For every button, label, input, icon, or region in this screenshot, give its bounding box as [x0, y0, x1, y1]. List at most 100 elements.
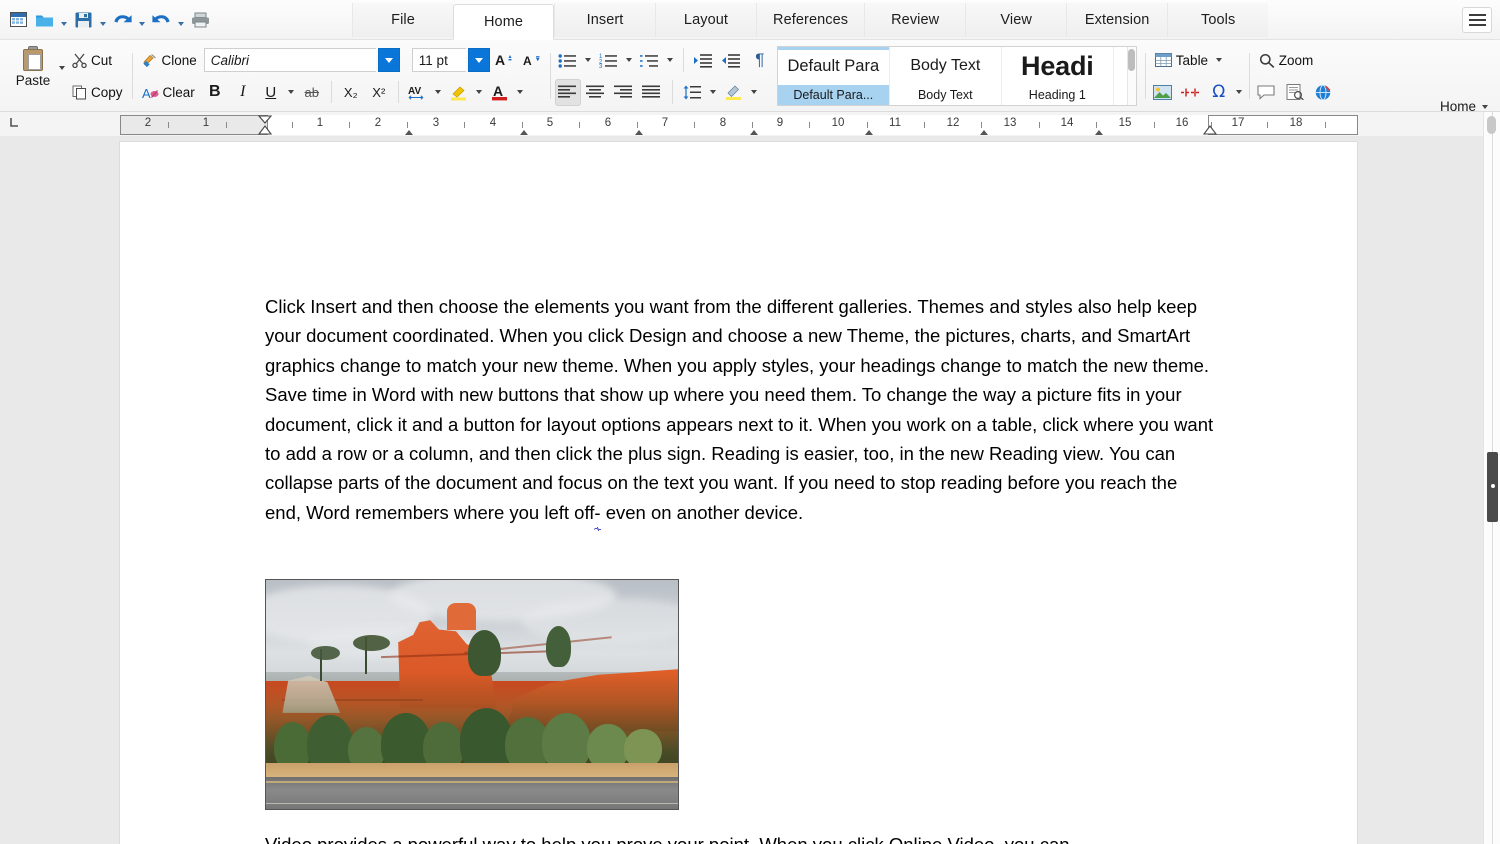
superscript-button[interactable]: X² [366, 79, 392, 106]
clone-formatting-button[interactable]: Clone [137, 46, 202, 74]
search-icon [1259, 53, 1275, 68]
justify-icon [642, 85, 661, 98]
outline-list-caret[interactable] [665, 47, 676, 74]
outline-list-button[interactable] [637, 47, 663, 74]
cut-button[interactable]: Cut [67, 46, 117, 74]
save-dropdown-caret[interactable] [97, 7, 108, 33]
paragraph-shading-button[interactable] [721, 79, 747, 106]
zoom-button[interactable]: Zoom [1254, 46, 1319, 74]
decrease-font-size-button[interactable]: A [520, 47, 546, 74]
increase-indent-button[interactable] [691, 47, 717, 74]
document-page[interactable]: Click Insert and then choose the element… [120, 142, 1357, 844]
ruler-number: 12 [946, 117, 960, 129]
ruler-number: 4 [489, 117, 497, 129]
vertical-scrollbar[interactable] [1483, 112, 1500, 844]
clear-formatting-button[interactable]: A Clear [137, 78, 200, 106]
character-spacing-button[interactable]: AV [405, 79, 431, 106]
style-heading-1[interactable]: Headi Heading 1 [1001, 47, 1114, 105]
insert-table-button[interactable]: Table [1150, 46, 1227, 74]
style-gallery[interactable]: Default Para Default Para... Body Text B… [776, 46, 1137, 106]
underline-button[interactable]: U [258, 79, 284, 106]
menu-hamburger-icon[interactable] [1462, 7, 1492, 33]
tab-home[interactable]: Home [453, 4, 554, 40]
tab-extension[interactable]: Extension [1066, 3, 1168, 37]
character-spacing-caret[interactable] [433, 79, 444, 106]
italic-button[interactable]: I [230, 79, 256, 106]
font-group: Clone Calibri 11 pt A A A Clear B I U ab… [137, 40, 546, 112]
line-spacing-caret[interactable] [708, 79, 719, 106]
paragraph-shading-caret[interactable] [749, 79, 760, 106]
tab-references[interactable]: References [756, 3, 865, 37]
style-gallery-scrollbar[interactable] [1126, 47, 1136, 105]
numbered-list-caret[interactable] [624, 47, 635, 74]
line-spacing-icon [683, 85, 702, 99]
tab-file[interactable]: File [352, 3, 453, 37]
bullet-list-caret[interactable] [583, 47, 594, 74]
document-paragraph-2[interactable]: Video provides a powerful way to help yo… [265, 830, 1215, 844]
track-changes-button[interactable] [1282, 79, 1308, 106]
document-canvas[interactable]: Click Insert and then choose the element… [0, 137, 1500, 844]
paste-dropdown-caret[interactable] [58, 42, 65, 85]
subscript-button[interactable]: X₂ [338, 79, 364, 106]
redo-button[interactable] [149, 7, 173, 33]
first-line-indent-marker[interactable] [256, 115, 274, 135]
paste-button[interactable]: Paste [8, 42, 58, 88]
numbered-list-button[interactable]: 123 [596, 47, 622, 74]
grammar-error-span[interactable]: - [594, 498, 601, 532]
undo-dropdown-caret[interactable] [136, 7, 147, 33]
scrollbar-top-marker[interactable] [1487, 116, 1496, 134]
undo-button[interactable] [110, 7, 134, 33]
right-indent-marker[interactable] [1201, 115, 1219, 135]
tab-layout[interactable]: Layout [655, 3, 756, 37]
save-button[interactable] [71, 7, 95, 33]
font-name-input[interactable]: Calibri [203, 48, 376, 72]
horizontal-ruler[interactable]: 2 1 1 2 3 4 5 6 7 8 9 10 11 12 13 14 15 … [120, 115, 1358, 135]
track-changes-icon [1286, 84, 1304, 100]
style-body-text[interactable]: Body Text Body Text [889, 47, 1002, 105]
style-default-paragraph[interactable]: Default Para Default Para... [777, 47, 890, 105]
tab-insert[interactable]: Insert [554, 3, 655, 37]
justify-button[interactable] [639, 79, 665, 106]
paragraph-1[interactable]: Click Insert and then choose the element… [265, 292, 1215, 532]
copy-button[interactable]: Copy [67, 78, 128, 106]
open-dropdown-caret[interactable] [58, 7, 69, 33]
font-size-dropdown[interactable] [467, 48, 490, 72]
scrollbar-thumb[interactable] [1487, 452, 1498, 522]
bold-button[interactable]: B [202, 79, 228, 106]
style-gallery-scroll-thumb[interactable] [1127, 49, 1135, 71]
tab-stop-left-icon[interactable] [8, 116, 22, 133]
new-document-button[interactable] [6, 7, 30, 33]
strikethrough-button[interactable]: ab [299, 79, 325, 106]
insert-comment-button[interactable] [1254, 79, 1280, 106]
decrease-indent-button[interactable] [719, 47, 745, 74]
tab-review[interactable]: Review [864, 3, 966, 37]
underline-dropdown-caret[interactable] [286, 79, 297, 106]
special-character-button[interactable]: Ω [1206, 79, 1232, 106]
page-break-button[interactable] [1178, 79, 1204, 106]
highlight-color-caret[interactable] [474, 79, 485, 106]
font-name-dropdown[interactable] [377, 48, 400, 72]
open-folder-button[interactable] [32, 7, 56, 33]
tab-view[interactable]: View [965, 3, 1067, 37]
insert-image-button[interactable] [1150, 79, 1176, 106]
document-image[interactable] [265, 579, 679, 810]
print-button[interactable] [188, 7, 212, 33]
special-character-caret[interactable] [1234, 79, 1245, 106]
highlight-color-button[interactable] [446, 79, 472, 106]
insert-hyperlink-button[interactable] [1310, 79, 1336, 106]
tab-stop-marker [635, 130, 643, 135]
align-center-button[interactable] [583, 79, 609, 106]
document-body-text[interactable]: Click Insert and then choose the element… [265, 292, 1215, 532]
align-right-button[interactable] [611, 79, 637, 106]
align-left-button[interactable] [554, 78, 581, 106]
formatting-marks-button[interactable]: ¶ [747, 47, 773, 74]
line-spacing-button[interactable] [680, 79, 706, 106]
font-color-button[interactable]: A [487, 79, 513, 106]
redo-dropdown-caret[interactable] [175, 7, 186, 33]
tab-stop-marker [405, 130, 413, 135]
tab-tools[interactable]: Tools [1167, 3, 1269, 37]
bullet-list-button[interactable] [555, 47, 581, 74]
font-size-input[interactable]: 11 pt [411, 48, 466, 72]
increase-font-size-button[interactable]: A [492, 47, 518, 74]
font-color-caret[interactable] [515, 79, 526, 106]
